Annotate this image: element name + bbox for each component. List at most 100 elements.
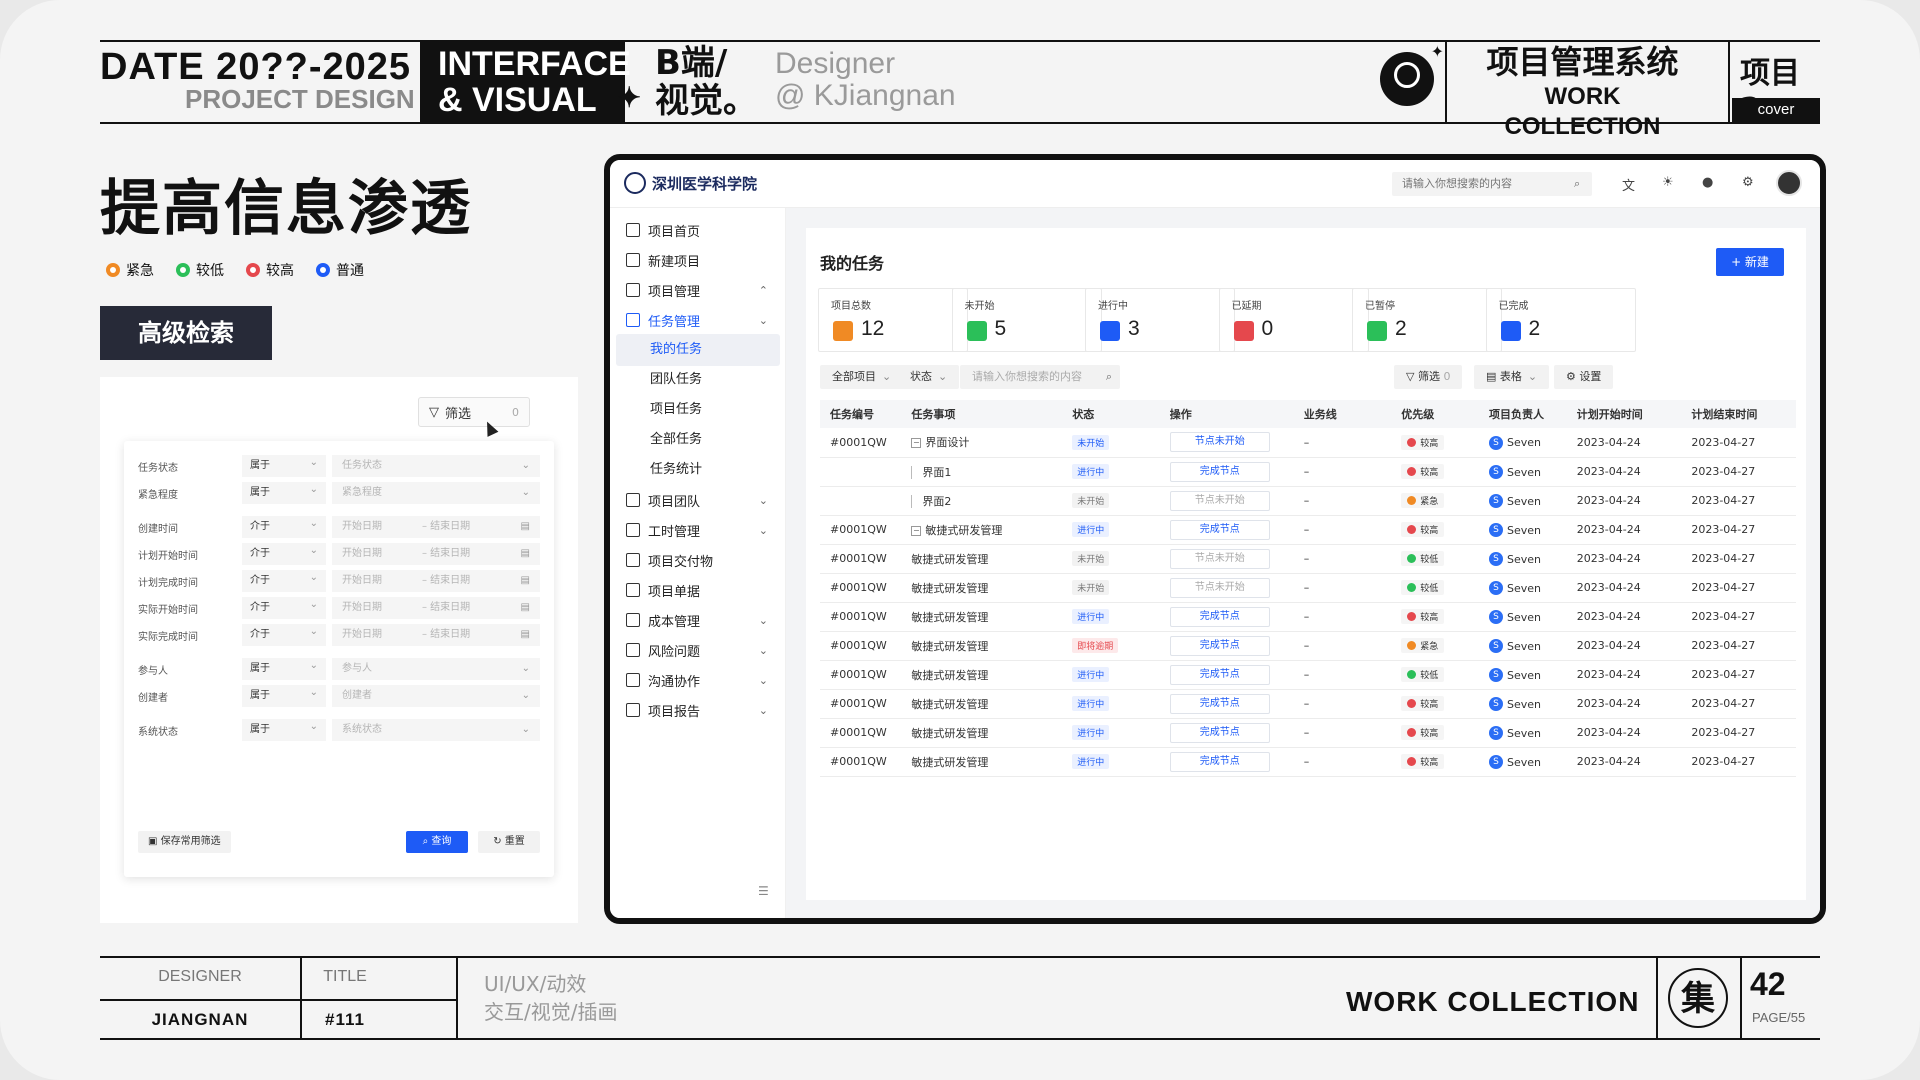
filter-button[interactable]: ▽ 筛选 0 [1394, 365, 1463, 389]
task-name[interactable]: 敏捷式研发管理 [911, 640, 988, 653]
collapse-icon[interactable]: ☰ [758, 884, 769, 898]
sidebar-item[interactable]: 成本管理 ⌄ [616, 604, 780, 636]
table-row[interactable]: #0001QW 敏捷式研发管理 未开始 节点未开始 – 较低 S Seven 2023-04-2… [820, 573, 1796, 603]
stat-card[interactable]: 已暂停 2 [1352, 288, 1502, 352]
task-name[interactable]: 敏捷式研发管理 [911, 756, 988, 769]
expand-icon[interactable]: − [911, 438, 922, 449]
task-name[interactable]: 界面2 [922, 495, 951, 508]
column-header[interactable]: 状态 [1062, 400, 1160, 428]
column-header[interactable]: 业务线 [1293, 400, 1392, 428]
table-row[interactable]: 界面2 未开始 节点未开始 – 紧急 S Seven 2023-04-24 2023-04-27 [820, 486, 1796, 516]
bell-icon[interactable]: ● [1702, 175, 1713, 190]
value-field[interactable]: 系统状态 ⌄ [332, 719, 540, 741]
action-button[interactable]: 完成节点 [1169, 722, 1270, 743]
value-field[interactable]: 参与人 ⌄ [332, 658, 540, 680]
action-button[interactable]: 完成节点 [1169, 519, 1270, 540]
avatar[interactable] [1776, 170, 1802, 196]
view-dropdown[interactable]: ▤ 表格 ⌄ [1474, 365, 1550, 389]
sidebar-subitem[interactable]: 我的任务 [616, 334, 780, 366]
action-button[interactable]: 完成节点 [1169, 606, 1270, 627]
task-name[interactable]: 敏捷式研发管理 [911, 553, 988, 566]
table-row[interactable]: #0001QW 敏捷式研发管理 进行中 完成节点 – 较高 S Seven 2023-04-24… [820, 689, 1796, 719]
sidebar-item[interactable]: 项目团队 ⌄ [616, 484, 780, 516]
task-name[interactable]: 敏捷式研发管理 [911, 611, 988, 624]
operator-select[interactable]: 介于 [242, 540, 326, 565]
task-name[interactable]: 敏捷式研发管理 [925, 524, 1002, 537]
search-input[interactable] [1392, 172, 1592, 196]
table-row[interactable]: #0001QW 敏捷式研发管理 进行中 完成节点 – 较高 S Seven 2023-04-24… [820, 602, 1796, 632]
task-name[interactable]: 界面1 [922, 466, 951, 479]
value-field[interactable]: 开始日期 – 结束日期 ▤ [332, 624, 540, 646]
table-row[interactable]: #0001QW − 敏捷式研发管理 进行中 完成节点 – 较高 S Seven 2023-04-2… [820, 515, 1796, 545]
stat-card[interactable]: 未开始 5 [951, 288, 1102, 352]
save-filter-button[interactable]: ▣ 保存常用筛选 [138, 831, 231, 853]
column-header[interactable]: 操作 [1159, 400, 1294, 428]
task-name[interactable]: 敏捷式研发管理 [911, 698, 988, 711]
sidebar-subitem[interactable]: 全部任务 [616, 424, 780, 456]
sidebar-item[interactable]: 风险问题 ⌄ [616, 634, 780, 666]
value-field[interactable]: 开始日期 – 结束日期 ▤ [332, 570, 540, 592]
sidebar-item[interactable]: 项目报告 ⌄ [616, 694, 780, 726]
operator-select[interactable]: 属于 [242, 716, 326, 741]
action-button[interactable]: 完成节点 [1169, 461, 1270, 482]
table-row[interactable]: #0001QW − 界面设计 未开始 节点未开始 – 较高 S Seven 2023-04-24 2… [820, 428, 1796, 458]
settings-button[interactable]: ⚙ 设置 [1554, 365, 1614, 389]
action-button[interactable]: 完成节点 [1169, 635, 1270, 656]
search-icon[interactable]: ⌕ [1574, 177, 1580, 191]
column-header[interactable]: 计划开始时间 [1566, 400, 1682, 428]
table-row[interactable]: #0001QW 敏捷式研发管理 进行中 完成节点 – 较高 S Seven 2023-04-24… [820, 718, 1796, 748]
query-button[interactable]: ⌕ 查询 [406, 831, 468, 853]
new-button[interactable]: + 新建 [1716, 248, 1784, 276]
operator-select[interactable]: 属于 [242, 452, 326, 477]
value-field[interactable]: 创建者 ⌄ [332, 685, 540, 707]
sidebar-subitem[interactable]: 项目任务 [616, 394, 780, 426]
table-row[interactable]: #0001QW 敏捷式研发管理 未开始 节点未开始 – 较低 S Seven 2023-04-2… [820, 544, 1796, 574]
action-button[interactable]: 节点未开始 [1169, 490, 1270, 511]
column-header[interactable]: 优先级 [1391, 400, 1480, 428]
reset-button[interactable]: ↻ 重置 [478, 831, 540, 853]
sidebar-item[interactable]: 项目交付物 [616, 544, 780, 576]
theme-icon[interactable]: ☀ [1662, 175, 1674, 190]
stat-card[interactable]: 进行中 3 [1085, 288, 1235, 352]
value-field[interactable]: 任务状态 ⌄ [332, 455, 540, 477]
table-row[interactable]: 界面1 进行中 完成节点 – 较高 S Seven 2023-04-24 2023-04-27 [820, 457, 1796, 487]
value-field[interactable]: 开始日期 – 结束日期 ▤ [332, 516, 540, 538]
action-button[interactable]: 节点未开始 [1169, 548, 1270, 569]
action-button[interactable]: 完成节点 [1169, 664, 1270, 685]
sidebar-item[interactable]: 项目首页 [616, 214, 780, 246]
operator-select[interactable]: 介于 [242, 513, 326, 538]
table-row[interactable]: #0001QW 敏捷式研发管理 进行中 完成节点 – 较低 S Seven 2023-04-24… [820, 660, 1796, 690]
translate-icon[interactable]: 文 [1622, 175, 1635, 194]
value-field[interactable]: 开始日期 – 结束日期 ▤ [332, 597, 540, 619]
value-field[interactable]: 紧急程度 ⌄ [332, 482, 540, 504]
sidebar-item[interactable]: 项目单据 [616, 574, 780, 606]
table-search-input[interactable]: 请输入你想搜索的内容 ⌕ [960, 365, 1120, 389]
table-row[interactable]: #0001QW 敏捷式研发管理 进行中 完成节点 – 较高 S Seven 2023-04-24… [820, 747, 1796, 777]
sidebar-item[interactable]: 项目管理 ⌃ [616, 274, 780, 306]
stat-card[interactable]: 已延期 0 [1218, 288, 1369, 352]
task-name[interactable]: 敏捷式研发管理 [911, 582, 988, 595]
sidebar-item[interactable]: 沟通协作 ⌄ [616, 664, 780, 696]
sidebar-item[interactable]: 任务管理 ⌄ [616, 304, 780, 336]
column-header[interactable]: 项目负责人 [1479, 400, 1567, 428]
filter-button[interactable]: ▽ 筛选 0 [418, 397, 530, 427]
operator-select[interactable]: 属于 [242, 479, 326, 504]
sidebar-item[interactable]: 新建项目 [616, 244, 780, 276]
gear-icon[interactable]: ⚙ [1742, 175, 1754, 190]
operator-select[interactable]: 介于 [242, 567, 326, 592]
operator-select[interactable]: 属于 [242, 682, 326, 707]
sidebar-subitem[interactable]: 团队任务 [616, 364, 780, 396]
task-name[interactable]: 界面设计 [925, 436, 969, 449]
task-name[interactable]: 敏捷式研发管理 [911, 727, 988, 740]
table-row[interactable]: #0001QW 敏捷式研发管理 即将逾期 完成节点 – 紧急 S Seven 2023-04-2… [820, 631, 1796, 661]
column-header[interactable]: 任务事项 [901, 400, 1063, 428]
sidebar-subitem[interactable]: 任务统计 [616, 454, 780, 486]
operator-select[interactable]: 介于 [242, 594, 326, 619]
status-dropdown[interactable]: 状态 ⌄ [898, 365, 960, 389]
operator-select[interactable]: 属于 [242, 655, 326, 680]
action-button[interactable]: 完成节点 [1169, 693, 1270, 714]
action-button[interactable]: 节点未开始 [1169, 577, 1270, 598]
column-header[interactable]: 任务编号 [820, 400, 902, 428]
column-header[interactable]: 计划结束时间 [1681, 400, 1796, 428]
expand-icon[interactable]: − [911, 525, 922, 536]
